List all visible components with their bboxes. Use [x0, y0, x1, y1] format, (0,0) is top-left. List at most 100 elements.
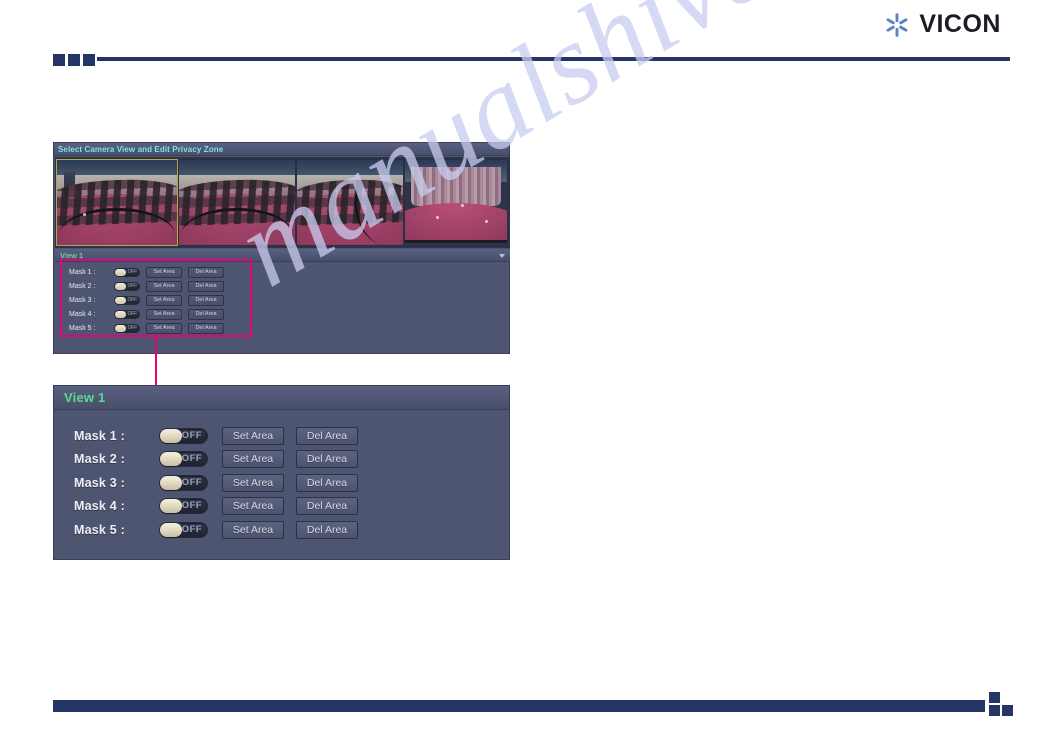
toggle-state: OFF: [127, 324, 138, 331]
header-rule-line: [97, 57, 1010, 61]
detail-view-title: View 1: [64, 390, 106, 405]
toggle-knob: [115, 268, 126, 276]
mask-toggle[interactable]: OFF: [114, 267, 140, 277]
mask-toggle[interactable]: OFF: [114, 323, 140, 333]
del-area-button[interactable]: Del Area: [188, 294, 224, 306]
toggle-state: OFF: [181, 429, 202, 441]
footer-rule-line: [53, 700, 985, 712]
set-area-button[interactable]: Set Area: [222, 450, 284, 469]
camera-view-4[interactable]: [404, 159, 508, 246]
set-area-button[interactable]: Set Area: [146, 308, 182, 320]
mask-label: Mask 1 :: [74, 428, 125, 443]
mask-toggle[interactable]: OFF: [114, 309, 140, 319]
mask-row: Mask 5 : OFF Set Area Del Area: [74, 518, 509, 542]
set-area-button[interactable]: Set Area: [146, 280, 182, 292]
footer-square-3: [1002, 705, 1013, 716]
set-area-button[interactable]: Set Area: [222, 520, 284, 539]
screenshot-mask-list: Mask 1 : OFF Set Area Del Area Mask 2 : …: [62, 265, 262, 335]
del-area-button[interactable]: Del Area: [296, 473, 358, 492]
mask-label: Mask 4 :: [69, 310, 96, 318]
set-area-button[interactable]: Set Area: [146, 322, 182, 334]
del-area-button[interactable]: Del Area: [188, 308, 224, 320]
mask-row: Mask 4 : OFF Set Area Del Area: [62, 307, 262, 321]
toggle-knob: [160, 452, 182, 467]
mask-label: Mask 5 :: [69, 324, 96, 332]
privacy-zone-screenshot-panel: Select Camera View and Edit Privacy Zone: [53, 142, 510, 354]
del-area-button[interactable]: Del Area: [188, 266, 224, 278]
chevron-down-icon[interactable]: [499, 254, 505, 258]
page-root: manualshive.com VICON Select Camera View…: [0, 0, 1063, 748]
camera-view-3[interactable]: [296, 159, 404, 246]
toggle-state: OFF: [181, 523, 202, 535]
set-area-button[interactable]: Set Area: [222, 497, 284, 516]
mask-toggle[interactable]: OFF: [159, 474, 208, 491]
header-square-1: [53, 54, 65, 66]
mask-toggle[interactable]: OFF: [159, 427, 208, 444]
detail-titlebar: View 1: [54, 386, 509, 410]
mask-row: Mask 3 : OFF Set Area Del Area: [62, 293, 262, 307]
mask-toggle[interactable]: OFF: [159, 521, 208, 538]
set-area-button[interactable]: Set Area: [146, 266, 182, 278]
toggle-state: OFF: [181, 500, 202, 512]
del-area-button[interactable]: Del Area: [188, 322, 224, 334]
mask-toggle[interactable]: OFF: [159, 498, 208, 515]
mask-label: Mask 3 :: [69, 296, 96, 304]
header-rule: [53, 54, 1010, 68]
toggle-knob: [160, 499, 182, 514]
del-area-button[interactable]: Del Area: [296, 426, 358, 445]
footer-square-1: [989, 692, 1000, 703]
mask-label: Mask 4 :: [74, 499, 125, 514]
mask-label: Mask 1 :: [69, 268, 96, 276]
toggle-state: OFF: [181, 476, 202, 488]
brand-name: VICON: [919, 10, 1001, 38]
toggle-knob: [115, 296, 126, 304]
screenshot-view-label: View 1: [60, 250, 84, 260]
toggle-state: OFF: [181, 453, 202, 465]
mask-label: Mask 5 :: [74, 522, 125, 537]
footer-rule: [53, 692, 1013, 720]
mask-label: Mask 2 :: [69, 282, 96, 290]
mask-row: Mask 2 : OFF Set Area Del Area: [74, 448, 509, 472]
mask-row: Mask 1 : OFF Set Area Del Area: [74, 424, 509, 448]
mask-toggle[interactable]: OFF: [159, 451, 208, 468]
screenshot-view-selector[interactable]: View 1: [55, 249, 510, 262]
mask-row: Mask 5 : OFF Set Area Del Area: [62, 321, 262, 335]
toggle-state: OFF: [127, 310, 138, 317]
toggle-state: OFF: [127, 268, 138, 275]
set-area-button[interactable]: Set Area: [146, 294, 182, 306]
toggle-state: OFF: [127, 296, 138, 303]
toggle-knob: [115, 324, 126, 332]
del-area-button[interactable]: Del Area: [296, 497, 358, 516]
screenshot-title: Select Camera View and Edit Privacy Zone: [58, 144, 224, 154]
del-area-button[interactable]: Del Area: [296, 450, 358, 469]
del-area-button[interactable]: Del Area: [188, 280, 224, 292]
screenshot-titlebar: Select Camera View and Edit Privacy Zone: [54, 143, 509, 156]
footer-square-2: [989, 705, 1000, 716]
toggle-knob: [115, 282, 126, 290]
toggle-knob: [160, 475, 182, 490]
mask-toggle[interactable]: OFF: [114, 295, 140, 305]
set-area-button[interactable]: Set Area: [222, 473, 284, 492]
camera-view-2[interactable]: [178, 159, 296, 246]
header-square-3: [83, 54, 95, 66]
toggle-knob: [160, 428, 182, 443]
callout-connector-line: [155, 337, 157, 385]
mask-row: Mask 1 : OFF Set Area Del Area: [62, 265, 262, 279]
camera-view-1[interactable]: [56, 159, 178, 246]
toggle-knob: [160, 522, 182, 537]
mask-label: Mask 2 :: [74, 452, 125, 467]
camera-view-strip: [55, 157, 510, 248]
detail-mask-list: Mask 1 : OFF Set Area Del Area Mask 2 : …: [54, 412, 509, 542]
toggle-knob: [115, 310, 126, 318]
brand-header: VICON: [884, 10, 1001, 39]
mask-row: Mask 2 : OFF Set Area Del Area: [62, 279, 262, 293]
mask-toggle[interactable]: OFF: [114, 281, 140, 291]
mask-detail-panel: View 1 Mask 1 : OFF Set Area Del Area Ma…: [53, 385, 510, 560]
toggle-state: OFF: [127, 282, 138, 289]
header-square-2: [68, 54, 80, 66]
del-area-button[interactable]: Del Area: [296, 520, 358, 539]
set-area-button[interactable]: Set Area: [222, 426, 284, 445]
mask-row: Mask 3 : OFF Set Area Del Area: [74, 471, 509, 495]
vicon-asterisk-icon: [884, 12, 910, 38]
mask-label: Mask 3 :: [74, 475, 125, 490]
